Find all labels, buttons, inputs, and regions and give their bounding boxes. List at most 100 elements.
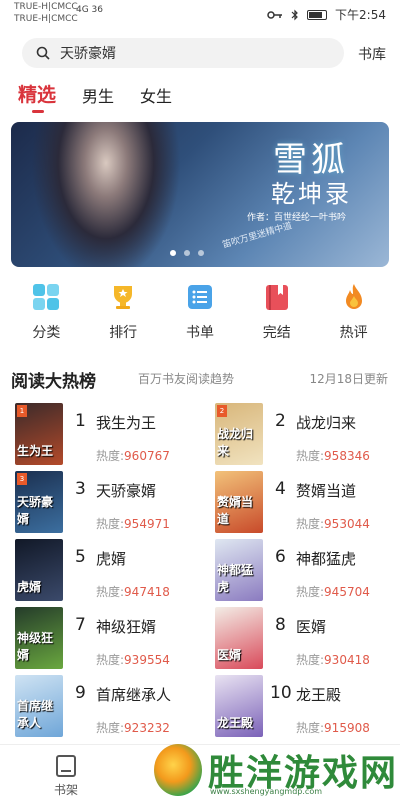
carrier-label: TRUE-H|CMCC [14, 2, 78, 12]
carousel-dot[interactable] [184, 250, 190, 256]
book-heat: 热度:958346 [296, 447, 370, 464]
tab-featured[interactable]: 精选 [18, 80, 56, 113]
book-list-item[interactable]: 首席继承人 9 首席继承人热度:923232 [0, 675, 200, 739]
book-heat: 热度:923232 [96, 719, 170, 736]
promo-banner[interactable]: 雪狐 乾坤录 作者：百世经纶一叶书吟 笛吹万里迷精中道 [11, 122, 389, 267]
book-rank: 4 [275, 479, 286, 499]
category-grid-icon [33, 284, 60, 310]
carousel-dot[interactable] [198, 250, 204, 256]
book-rank: 9 [75, 683, 86, 703]
banner-character-illustration [31, 122, 181, 267]
book-cover[interactable]: 1 生为王 [15, 403, 63, 465]
book-cover[interactable]: 医婿 [215, 607, 263, 669]
book-heat: 热度:915908 [296, 719, 370, 736]
heat-label: 热度: [96, 721, 125, 735]
cover-title: 战龙归来 [217, 427, 254, 458]
heat-label: 热度: [96, 653, 125, 667]
heat-label: 热度: [296, 517, 325, 531]
book-list-item[interactable]: 神级狂婿 7 神级狂婿 热度:939554 [0, 607, 200, 671]
cover-rank-badge: 2 [217, 405, 227, 417]
quick-nav-booklist[interactable]: 书单 [170, 282, 230, 352]
book-cover[interactable]: 神都猛虎 [215, 539, 263, 601]
book-list-item[interactable]: 虎婿 5 虎婿 热度:947418 [0, 539, 200, 603]
flame-icon [345, 284, 362, 309]
heat-value: 960767 [124, 449, 170, 463]
book-rank: 5 [75, 547, 86, 567]
book-title[interactable]: 神级狂婿 [96, 616, 156, 637]
heat-label: 热度: [96, 585, 125, 599]
cover-title: 神级狂婿 [17, 631, 54, 662]
book-cover[interactable]: 2 战龙归来 [215, 403, 263, 465]
cover-rank-badge: 1 [17, 405, 27, 417]
banner-subtitle: 乾坤录 [271, 180, 352, 208]
cover-rank-badge: 3 [17, 473, 27, 485]
book-list-item[interactable]: 神都猛虎 6 神都猛虎 热度:945704 [200, 539, 400, 603]
search-icon [36, 46, 50, 60]
quick-nav-hot-comments[interactable]: 热评 [324, 282, 384, 352]
section-title: 阅读大热榜 [11, 372, 96, 392]
book-heat: 热度:954971 [96, 515, 170, 532]
heat-label: 热度: [296, 449, 325, 463]
book-title[interactable]: 赘婿当道 [296, 480, 356, 501]
key-icon [267, 10, 283, 19]
quick-nav-label: 书单 [185, 325, 214, 341]
book-rank: 3 [75, 479, 86, 499]
book-heat: 热度:945704 [296, 583, 370, 600]
tab-female[interactable]: 女生 [140, 83, 172, 107]
quick-nav-finished[interactable]: 完结 [247, 282, 307, 352]
book-cover[interactable]: 首席继承人 [15, 675, 63, 737]
book-list-item[interactable]: 2 战龙归来 2 战龙归来热度:958346 [200, 403, 400, 467]
bookshelf-icon [56, 755, 76, 777]
book-rank: 1 [75, 411, 86, 431]
site-watermark: 胜洋游戏网 www.sxshengyangmdp.com [150, 740, 400, 800]
heat-label: 热度: [96, 449, 125, 463]
quick-nav-label: 热评 [339, 325, 368, 341]
quick-nav-category[interactable]: 分类 [16, 282, 76, 352]
book-cover[interactable]: 神级狂婿 [15, 607, 63, 669]
book-title[interactable]: 我生为王 [96, 412, 156, 433]
search-bar[interactable] [22, 38, 344, 68]
book-cover[interactable]: 虎婿 [15, 539, 63, 601]
book-cover[interactable]: 龙王殿 [215, 675, 263, 737]
book-list-item[interactable]: 赘婿当道 4 赘婿当道 热度:953044 [200, 471, 400, 535]
book-title[interactable]: 虎婿 [96, 548, 126, 569]
book-rank: 2 [275, 411, 286, 431]
watermark-logo [154, 744, 202, 796]
book-title[interactable]: 首席继承人 [96, 684, 171, 705]
book-rank: 8 [275, 615, 286, 635]
carousel-dot[interactable] [170, 250, 176, 256]
search-input[interactable] [60, 45, 300, 61]
status-icons: 下午2:54 [267, 6, 386, 23]
book-list-item[interactable]: 医婿 8 医婿 热度:930418 [200, 607, 400, 671]
book-cover[interactable]: 3 天骄豪婿 [15, 471, 63, 533]
cover-title: 神都猛虎 [217, 563, 254, 594]
battery-icon [307, 9, 328, 20]
banner-slogan: 笛吹万里迷精中道 [221, 221, 294, 251]
book-rank: 10 [270, 683, 292, 703]
book-list-item[interactable]: 3 天骄豪婿 3 天骄豪婿 热度:954971 [0, 471, 200, 535]
quick-nav-label: 完结 [262, 325, 291, 341]
book-title[interactable]: 神都猛虎 [296, 548, 356, 569]
watermark-url: www.sxshengyangmdp.com [210, 787, 323, 796]
book-title[interactable]: 战龙归来 [296, 412, 356, 433]
cover-title: 生为王 [17, 444, 54, 458]
list-icon [187, 285, 212, 309]
library-link[interactable]: 书库 [358, 44, 386, 64]
book-list-item[interactable]: 1 生为王 1 我生为王热度:960767 [0, 403, 200, 467]
cover-title: 医婿 [217, 648, 242, 662]
book-title[interactable]: 天骄豪婿 [96, 480, 156, 501]
book-title[interactable]: 龙王殿 [296, 684, 341, 705]
book-list-item[interactable]: 龙王殿 10 龙王殿 热度:915908 [200, 675, 400, 739]
book-heat: 热度:939554 [96, 651, 170, 668]
cover-title: 龙王殿 [217, 716, 254, 730]
bluetooth-icon [291, 9, 298, 20]
carousel-indicator[interactable] [170, 250, 204, 256]
nav-bookshelf-label: 书架 [53, 783, 78, 797]
book-title[interactable]: 医婿 [296, 616, 326, 637]
tab-male[interactable]: 男生 [82, 83, 114, 107]
heat-value: 915908 [324, 721, 370, 735]
book-cover[interactable]: 赘婿当道 [215, 471, 263, 533]
heat-value: 954971 [124, 517, 170, 531]
nav-bookshelf[interactable]: 书架 [44, 755, 88, 798]
quick-nav-ranking[interactable]: 排行 [93, 282, 153, 352]
